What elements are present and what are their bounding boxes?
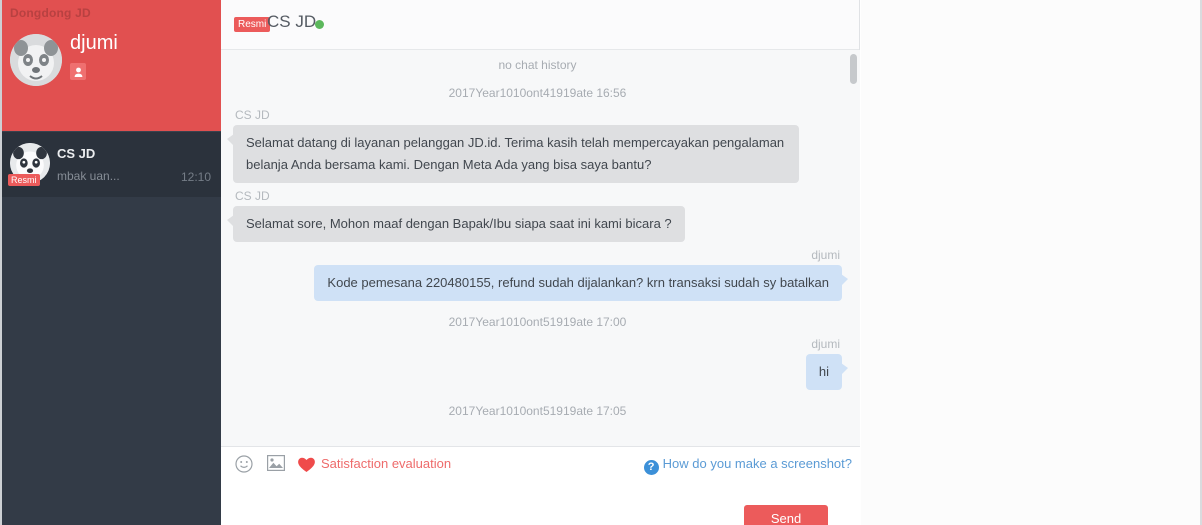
timestamp-divider: 2017Year1010ont51919ate 17:00 — [448, 315, 627, 329]
message-sender: djumi — [811, 337, 840, 351]
heart-icon[interactable] — [297, 456, 316, 473]
avatar[interactable] — [10, 34, 62, 86]
user-icon — [70, 63, 86, 80]
image-icon[interactable] — [267, 455, 285, 472]
composer-toolbar: Satisfaction evaluation ? How do you make… — [221, 447, 860, 481]
chat-application-window: Dongdong JD djumi Resmi CS JD mbak uan..… — [0, 0, 1202, 525]
message-list[interactable]: no chat history 2017Year1010ont41919ate … — [221, 50, 860, 446]
conversation-avatar-wrapper: Resmi — [8, 143, 50, 186]
message-bubble[interactable]: Kode pemesana 220480155, refund sudah di… — [314, 265, 848, 301]
message-composer: Satisfaction evaluation ? How do you make… — [221, 446, 860, 525]
chat-panel: Resmi CS JD no chat history 2017Year1010… — [221, 0, 860, 525]
question-mark-icon: ? — [643, 460, 659, 475]
message-sender: CS JD — [235, 108, 270, 122]
profile-name: djumi — [70, 32, 118, 54]
official-badge: Resmi — [234, 17, 271, 32]
timestamp-divider: 2017Year1010ont51919ate 17:05 — [448, 404, 627, 418]
online-dot-icon — [315, 20, 324, 29]
status-badge: Resmi — [8, 174, 40, 186]
sidebar: Dongdong JD djumi Resmi CS JD mbak uan..… — [0, 0, 221, 525]
message-bubble[interactable]: Selamat datang di layanan pelanggan JD.i… — [227, 125, 799, 183]
system-message: no chat history — [498, 58, 577, 72]
conversation-name: CS JD — [57, 146, 96, 161]
chat-title: CS JD — [267, 12, 317, 31]
conversation-time: 12:10 — [180, 170, 211, 184]
message-row-incoming: CS JD Selamat sore, Mohon maaf dengan Ba… — [227, 183, 842, 242]
app-title: Dongdong JD — [10, 6, 91, 20]
message-row-outgoing: djumi hi — [233, 331, 849, 390]
smiley-icon[interactable] — [235, 455, 253, 473]
detail-panel — [861, 0, 1202, 525]
message-bubble[interactable]: hi — [805, 354, 849, 390]
panda-face-avatar — [10, 34, 62, 86]
message-sender: djumi — [811, 248, 840, 262]
chat-header: Resmi CS JD — [221, 0, 859, 50]
conversation-list[interactable]: Resmi CS JD mbak uan... 12:10 — [0, 131, 221, 525]
conversation-preview: mbak uan... — [57, 169, 120, 183]
screenshot-help-label: How do you make a screenshot? — [662, 456, 852, 471]
message-row-incoming: CS JD Selamat datang di layanan pelangga… — [227, 102, 842, 183]
send-button[interactable]: Send — [744, 505, 828, 525]
satisfaction-evaluation-button[interactable]: Satisfaction evaluation — [321, 456, 451, 471]
message-row-outgoing: djumi Kode pemesana 220480155, refund su… — [233, 242, 848, 301]
scrollbar-thumb[interactable] — [850, 54, 857, 84]
list-item[interactable]: Resmi CS JD mbak uan... 12:10 — [0, 131, 221, 197]
scrollbar[interactable] — [850, 50, 857, 446]
message-list-inner: no chat history 2017Year1010ont41919ate … — [221, 50, 860, 420]
timestamp-divider: 2017Year1010ont41919ate 16:56 — [448, 86, 627, 100]
message-sender: CS JD — [235, 189, 270, 203]
sidebar-profile-header: Dongdong JD djumi — [0, 0, 221, 131]
window-left-edge — [0, 0, 2, 525]
screenshot-help-link[interactable]: ? How do you make a screenshot? — [643, 456, 852, 475]
message-bubble[interactable]: Selamat sore, Mohon maaf dengan Bapak/Ib… — [227, 206, 685, 242]
